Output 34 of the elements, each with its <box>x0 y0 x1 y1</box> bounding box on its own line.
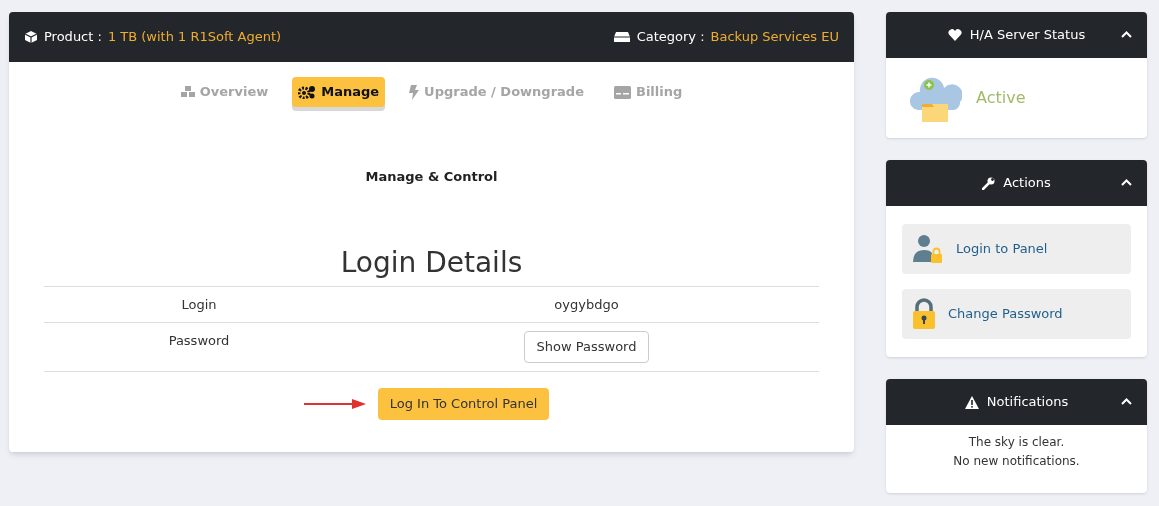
drive-icon <box>612 31 631 43</box>
notification-text: No new notifications. <box>953 453 1080 470</box>
wrench-icon <box>982 176 996 190</box>
warning-icon <box>964 395 979 409</box>
category-label: Category : <box>636 28 705 47</box>
action-button[interactable]: Login to Panel <box>902 224 1131 274</box>
card-icon <box>613 85 631 99</box>
category-value: Backup Services EU <box>710 28 839 47</box>
field-label: Password <box>167 332 231 350</box>
gears-icon <box>298 85 317 99</box>
bolt-icon <box>409 84 420 100</box>
user-lock-icon <box>912 234 944 264</box>
field-label: Login <box>180 295 218 314</box>
panel-title: Actions <box>1003 174 1051 193</box>
arrow-icon <box>303 398 366 410</box>
action-button[interactable]: Change Password <box>902 289 1131 339</box>
collapse-icon[interactable] <box>1121 31 1132 38</box>
padlock-icon <box>912 298 936 330</box>
cubes-icon <box>180 86 195 98</box>
status-text: Active <box>976 87 1026 109</box>
show-password-button[interactable]: Show Password <box>523 331 650 363</box>
collapse-icon[interactable] <box>1121 179 1132 186</box>
field-value: oygybdgo <box>554 295 619 314</box>
heart-icon <box>947 29 962 41</box>
login-control-panel-button[interactable]: Log In To Control Panel <box>377 388 550 420</box>
panel-title: Notifications <box>986 393 1069 412</box>
login-details-title: Login Details <box>339 244 524 281</box>
notification-text: The sky is clear. <box>968 434 1065 451</box>
collapse-icon[interactable] <box>1121 398 1132 405</box>
product-value: 1 TB (with 1 R1Soft Agent) <box>107 28 282 47</box>
product-label: Product : <box>44 28 102 47</box>
panel-title: H/A Server Status <box>969 26 1086 45</box>
section-title: Manage & Control <box>364 168 499 186</box>
cube-icon <box>24 30 38 44</box>
